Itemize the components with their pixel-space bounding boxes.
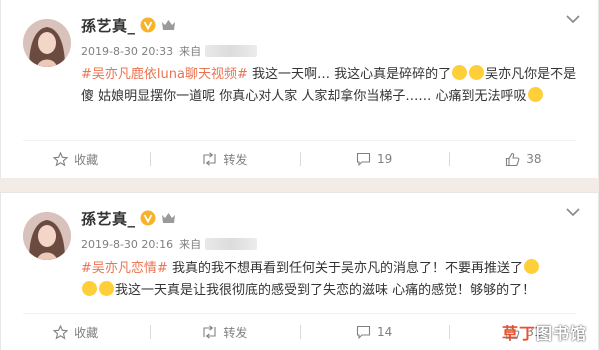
comment-count: 14 (376, 325, 393, 339)
weibo-post: 孫艺真_ 2019-8-30 20:33 来自 #吴亦凡鹿依luna聊天视频# … (0, 0, 599, 178)
star-icon (53, 151, 69, 166)
repost-label: 转发 (223, 325, 248, 340)
repost-icon (203, 325, 216, 339)
repost-button[interactable]: 转发 (150, 314, 299, 350)
laugh-cry-emoji-icon (82, 281, 97, 296)
watermark-part2: 图书馆 (535, 324, 587, 343)
repost-button[interactable]: 转发 (150, 141, 299, 177)
post-source-prefix: 来自 (179, 238, 202, 251)
topic-tag-link[interactable]: #吴亦凡恋情# (81, 261, 168, 276)
post-time[interactable]: 2019-8-30 20:16 (81, 238, 173, 251)
watermark-part1: 草丁 (501, 324, 536, 343)
thumbs-up-icon (506, 152, 520, 166)
crying-emoji-icon (452, 65, 468, 80)
comment-button[interactable]: 14 (299, 314, 449, 350)
repost-label: 转发 (223, 152, 248, 167)
post-source-prefix: 来自 (179, 45, 202, 58)
verified-v-icon (140, 210, 156, 226)
favorite-button[interactable]: 收藏 (1, 141, 150, 177)
comment-icon (356, 325, 371, 339)
user-name[interactable]: 孫艺真_ (81, 208, 136, 229)
crying-emoji-icon (469, 65, 485, 80)
post-source-blurred (205, 45, 258, 57)
post-text: #吴亦凡鹿依luna聊天视频# 我这一天啊… 我这心真是碎碎的了 吴亦凡你是不是傻… (81, 64, 586, 108)
post-source-blurred (205, 238, 258, 250)
favorite-label: 收藏 (74, 152, 99, 167)
post-time[interactable]: 2019-8-30 20:33 (81, 45, 173, 58)
post-text: #吴亦凡恋情# 我真的我不想再看到任何关于吴亦凡的消息了！不要再推送了 我这一天… (81, 258, 586, 302)
favorite-button[interactable]: 收藏 (1, 314, 150, 350)
verified-v-icon (140, 17, 156, 33)
topic-tag-link[interactable]: #吴亦凡鹿依luna聊天视频# (81, 67, 248, 82)
post-body: 我真的我不想再看到任何关于吴亦凡的消息了！不要再推送了 (171, 261, 523, 276)
laugh-cry-emoji-icon (523, 259, 539, 274)
avatar[interactable] (23, 212, 71, 260)
post-meta: 2019-8-30 20:33 来自 (81, 43, 258, 59)
post-body: 我这一天啊… 我这心真是碎碎的了 (251, 67, 452, 82)
star-icon (53, 324, 69, 339)
post-body: 我这一天真是让我很彻底的感受到了失恋的滋味 心痛的感觉！够够的了！ (115, 283, 536, 298)
like-button[interactable]: 38 (448, 141, 598, 177)
user-name[interactable]: 孫艺真_ (81, 15, 136, 36)
laugh-cry-emoji-icon (99, 281, 114, 296)
favorite-label: 收藏 (74, 325, 99, 340)
chevron-down-icon[interactable] (566, 207, 580, 217)
comment-icon (356, 152, 371, 166)
like-count: 38 (526, 152, 542, 166)
action-bar: 收藏 转发 19 38 (1, 141, 598, 177)
comment-button[interactable]: 19 (299, 141, 449, 177)
comment-count: 19 (376, 152, 393, 166)
member-crown-icon (161, 18, 176, 32)
post-meta: 2019-8-30 20:16 来自 (81, 236, 258, 252)
sad-emoji-icon (527, 87, 543, 102)
site-watermark: 草丁图书馆 (502, 320, 587, 344)
member-crown-icon (161, 211, 176, 225)
repost-icon (203, 152, 216, 166)
avatar[interactable] (23, 19, 71, 67)
chevron-down-icon[interactable] (566, 14, 580, 24)
